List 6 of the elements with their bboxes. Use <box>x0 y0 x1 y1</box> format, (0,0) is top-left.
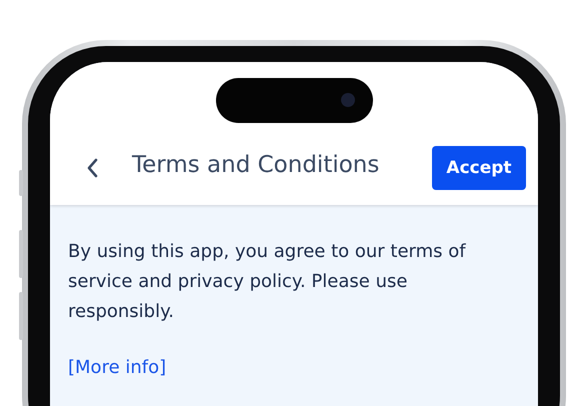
screen-title: Terms and Conditions <box>132 152 380 178</box>
back-icon[interactable] <box>86 158 98 178</box>
more-info-link[interactable]: [More info] <box>68 357 166 378</box>
terms-paragraph: By using this app, you agree to our terms of service and privacy policy. Please use responsibly. <box>68 240 467 324</box>
camera-icon <box>341 93 355 107</box>
accept-button[interactable]: Accept <box>432 146 526 190</box>
